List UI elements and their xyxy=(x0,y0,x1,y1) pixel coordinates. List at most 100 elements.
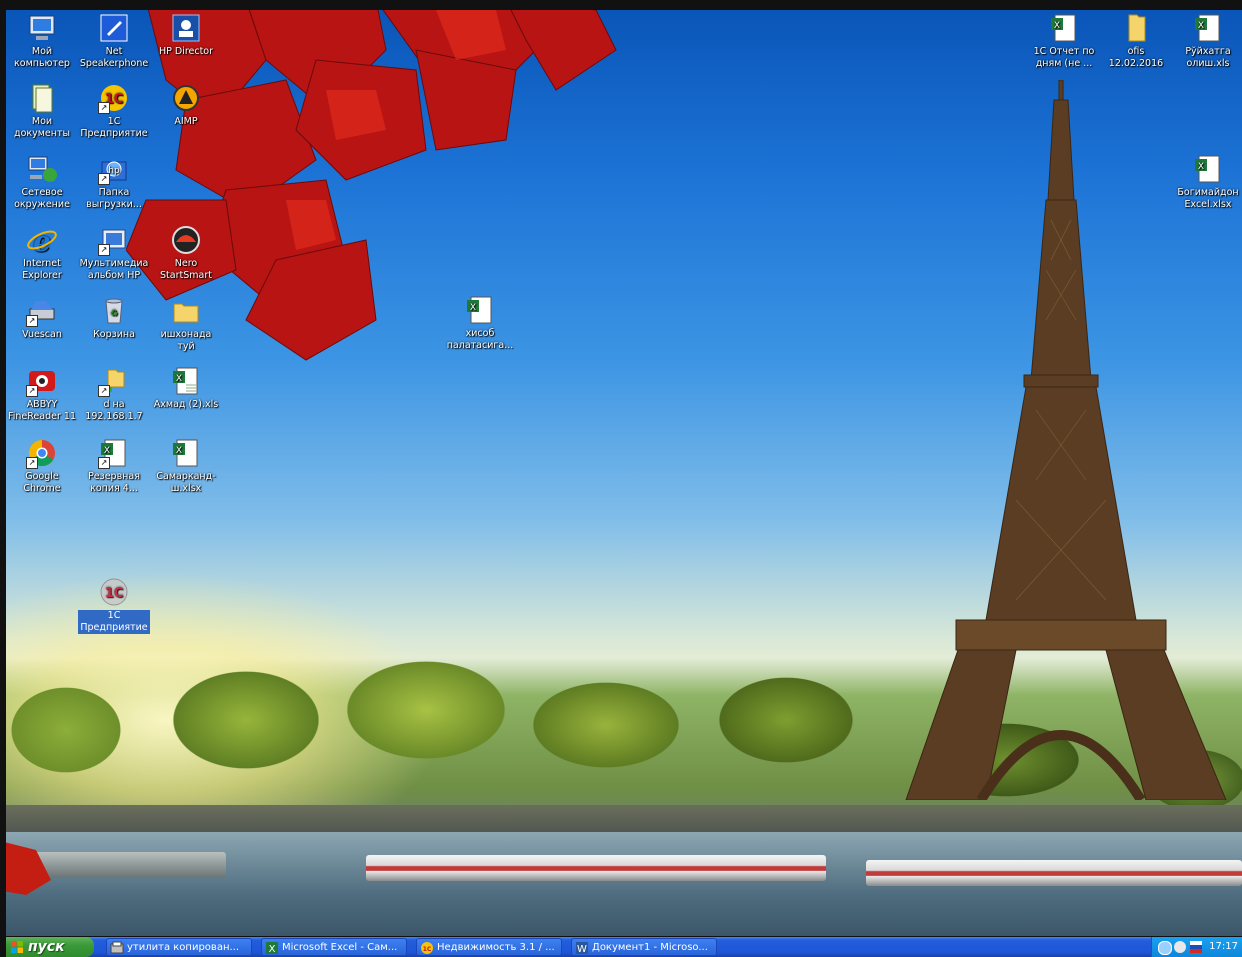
network-share-folder-icon: ↗ xyxy=(98,365,130,397)
hp-director-desktop-icon[interactable]: HP Director xyxy=(150,12,222,58)
svg-text:X: X xyxy=(176,374,182,384)
wallpaper-quay xyxy=(6,805,1242,835)
recycle-bin-icon: ♻ xyxy=(98,295,130,327)
taskbar-task-copy-utility[interactable]: утилита копирован... xyxy=(106,938,252,956)
shortcut-arrow-icon: ↗ xyxy=(98,173,110,185)
excel-1c-report-desktop-icon[interactable]: X 1С Отчет по дням (не ... xyxy=(1028,12,1100,70)
copy-utility-icon xyxy=(110,941,124,954)
aimp-icon xyxy=(170,82,202,114)
svg-text:1С: 1С xyxy=(105,586,124,601)
export-folder-desktop-icon[interactable]: hp ↗ Папка выгрузки... xyxy=(78,153,150,211)
shortcut-arrow-icon: ↗ xyxy=(98,244,110,256)
icon-label: Net Speakerphone xyxy=(79,46,149,69)
icon-label: Сетевое окружение xyxy=(14,187,70,210)
icon-label: Мультимедиа альбом HP xyxy=(79,258,149,281)
icon-label: ofis 12.02.2016 xyxy=(1108,46,1164,69)
1c-enterprise-selected-desktop-icon[interactable]: 1С 1С Предприятие xyxy=(78,576,150,634)
icon-label: Папка выгрузки... xyxy=(86,187,142,210)
tray-hide-arrow-icon[interactable] xyxy=(1158,941,1172,955)
1c-enterprise-desktop-icon[interactable]: 1С ↗ 1С Предприятие xyxy=(78,82,150,140)
my-documents-desktop-icon[interactable]: Мои документы xyxy=(6,82,78,140)
network-share-folder-desktop-icon[interactable]: ↗ d на 192.168.1.7 xyxy=(78,365,150,423)
start-label: пуск xyxy=(28,939,65,955)
my-computer-icon xyxy=(26,12,58,44)
excel-ruyhatga-icon: X xyxy=(1192,12,1224,44)
excel-1c-report-icon: X xyxy=(1048,12,1080,44)
aimp-desktop-icon[interactable]: AIMP xyxy=(150,82,222,128)
net-speakerphone-icon xyxy=(98,12,130,44)
task-label: Документ1 - Microso... xyxy=(592,942,708,953)
icon-label: 1С Предприятие xyxy=(78,610,150,634)
recycle-bin-desktop-icon[interactable]: ♻ Корзина xyxy=(78,295,150,341)
icon-label: AIMP xyxy=(174,116,198,127)
screen-frame: Мой компьютер Net Speakerphone HP Direct… xyxy=(0,0,1242,957)
desktop[interactable]: Мой компьютер Net Speakerphone HP Direct… xyxy=(6,10,1242,936)
svg-text:e: e xyxy=(33,225,51,256)
abbyy-finereader-icon: ↗ xyxy=(26,365,58,397)
icon-label: Nero StartSmart xyxy=(160,258,212,281)
excel-bogimaidon-desktop-icon[interactable]: X Богимайдон Excel.xlsx xyxy=(1172,153,1242,211)
ofis-folder-desktop-icon[interactable]: ofis 12.02.2016 xyxy=(1100,12,1172,70)
svg-text:1С: 1С xyxy=(423,946,432,953)
excel-backup-copy-icon: X ↗ xyxy=(98,437,130,469)
google-chrome-icon: ↗ xyxy=(26,437,58,469)
excel-ruyhatga-desktop-icon[interactable]: X Рўйхатга олиш.xls xyxy=(1172,12,1242,70)
icon-label: 1С Предприятие xyxy=(80,116,148,139)
icon-label: Internet Explorer xyxy=(22,258,62,281)
hp-director-icon xyxy=(170,12,202,44)
task-label: утилита копирован... xyxy=(127,942,240,953)
excel-samarkand-icon: X xyxy=(170,437,202,469)
wallpaper-red-leaf-bottom xyxy=(6,842,51,895)
svg-text:X: X xyxy=(1198,21,1204,31)
taskbar-task-excel[interactable]: X Microsoft Excel - Сам... xyxy=(261,938,407,956)
excel-samarkand-desktop-icon[interactable]: X Самарканд-ш.xlsx xyxy=(150,437,222,495)
icon-label: ишхонада туй xyxy=(160,329,212,352)
1c-icon: 1С xyxy=(421,942,433,954)
nero-startsmart-desktop-icon[interactable]: Nero StartSmart xyxy=(150,224,222,282)
shortcut-arrow-icon: ↗ xyxy=(98,102,110,114)
my-documents-icon xyxy=(26,82,58,114)
network-places-desktop-icon[interactable]: Сетевое окружение xyxy=(6,153,78,211)
task-label: Недвижимость 3.1 / ... xyxy=(437,942,555,953)
wallpaper-boat-left xyxy=(366,855,826,881)
abbyy-finereader-desktop-icon[interactable]: ↗ ABBYY FineReader 11 xyxy=(6,365,78,423)
internet-explorer-desktop-icon[interactable]: e Internet Explorer xyxy=(6,224,78,282)
vuescan-desktop-icon[interactable]: ↗ Vuescan xyxy=(6,295,78,341)
start-button[interactable]: пуск xyxy=(6,937,94,957)
svg-text:W: W xyxy=(577,944,587,955)
system-tray: 17:17 xyxy=(1151,937,1242,957)
network-places-icon xyxy=(26,153,58,185)
excel-icon: X xyxy=(266,942,278,955)
excel-hisob-desktop-icon[interactable]: X хисоб палатасига... xyxy=(444,294,516,352)
windows-logo-icon xyxy=(11,941,23,953)
icon-label: Самарканд-ш.xlsx xyxy=(156,471,216,494)
svg-text:X: X xyxy=(176,446,182,456)
taskbar-task-1c[interactable]: 1С Недвижимость 3.1 / ... xyxy=(416,938,562,956)
tray-network-icon[interactable] xyxy=(1174,941,1186,953)
excel-akhmad-icon: X xyxy=(170,365,202,397)
my-computer-desktop-icon[interactable]: Мой компьютер xyxy=(6,12,78,70)
hp-media-album-desktop-icon[interactable]: ↗ Мультимедиа альбом HP xyxy=(78,224,150,282)
taskbar-task-word[interactable]: W Документ1 - Microso... xyxy=(571,938,717,956)
1c-enterprise-selected-icon: 1С xyxy=(98,576,130,608)
excel-backup-copy-desktop-icon[interactable]: X ↗ Резервная копия 4... xyxy=(78,437,150,495)
hp-media-album-icon: ↗ xyxy=(98,224,130,256)
ofis-folder-icon xyxy=(1120,12,1152,44)
icon-label: 1С Отчет по дням (не ... xyxy=(1033,46,1095,69)
tray-language-flag-icon[interactable] xyxy=(1190,941,1202,953)
svg-text:X: X xyxy=(470,303,476,313)
icon-label: Корзина xyxy=(93,329,135,340)
google-chrome-desktop-icon[interactable]: ↗ Google Chrome xyxy=(6,437,78,495)
net-speakerphone-desktop-icon[interactable]: Net Speakerphone xyxy=(78,12,150,70)
clock[interactable]: 17:17 xyxy=(1209,937,1238,957)
wallpaper-boat-right xyxy=(866,860,1242,886)
icon-label: Рўйхатга олиш.xls xyxy=(1185,46,1231,69)
vuescan-icon: ↗ xyxy=(26,295,58,327)
icon-label: ABBYY FineReader 11 xyxy=(7,399,76,422)
svg-text:X: X xyxy=(104,446,110,456)
svg-text:X: X xyxy=(269,944,276,955)
excel-akhmad-desktop-icon[interactable]: X Ахмад (2).xls xyxy=(150,365,222,411)
wedding-docs-folder-desktop-icon[interactable]: ишхонада туй xyxy=(150,295,222,353)
icon-label: хисоб палатасига... xyxy=(446,328,514,351)
excel-hisob-icon: X xyxy=(464,294,496,326)
